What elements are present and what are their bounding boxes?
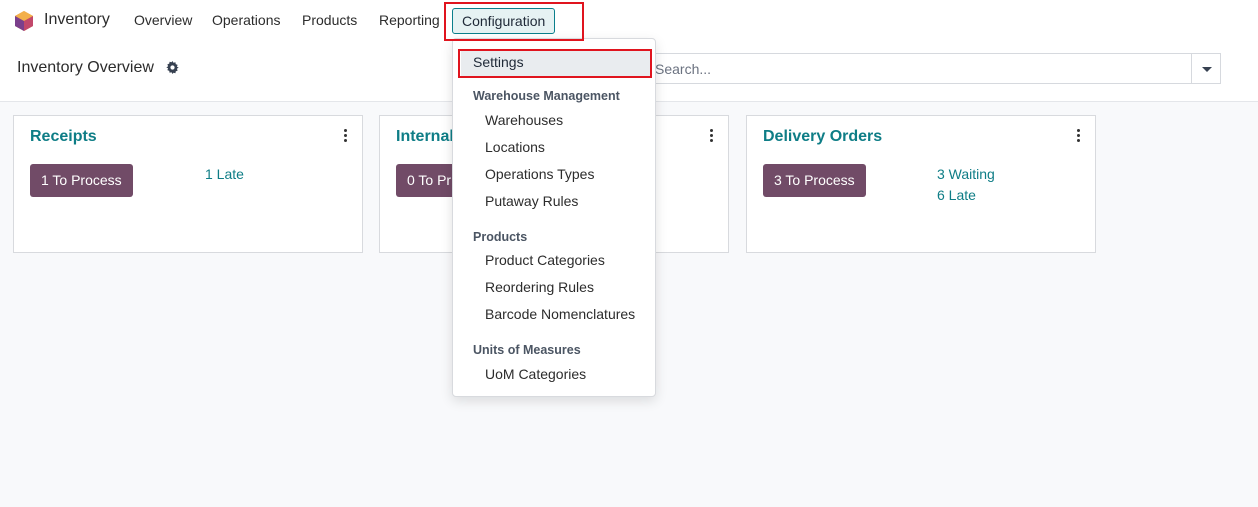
app-name[interactable]: Inventory — [44, 11, 110, 29]
dropdown-item-uom-categories[interactable]: UoM Categories — [485, 366, 586, 382]
settings-label: Settings — [473, 54, 524, 70]
top-navbar: Inventory Overview Operations Products R… — [0, 0, 1258, 42]
to-process-button[interactable]: 1 To Process — [30, 164, 133, 197]
kebab-menu-icon[interactable] — [710, 129, 714, 143]
waiting-link[interactable]: 3 Waiting — [937, 166, 995, 182]
dropdown-item-operations-types[interactable]: Operations Types — [485, 166, 594, 182]
caret-down-icon — [1202, 67, 1212, 72]
section-header-warehouse: Warehouse Management — [473, 89, 620, 103]
card-title[interactable]: Internal — [396, 128, 454, 146]
dropdown-item-warehouses[interactable]: Warehouses — [485, 112, 563, 128]
menu-products[interactable]: Products — [302, 12, 357, 28]
dropdown-item-putaway-rules[interactable]: Putaway Rules — [485, 193, 578, 209]
gear-icon[interactable] — [166, 61, 179, 74]
late-link[interactable]: 1 Late — [205, 166, 244, 182]
dropdown-item-barcode-nomenclatures[interactable]: Barcode Nomenclatures — [485, 306, 635, 322]
search-input[interactable]: Search... — [640, 53, 1192, 84]
to-process-button[interactable]: 3 To Process — [763, 164, 866, 197]
kebab-menu-icon[interactable] — [344, 129, 348, 143]
kebab-menu-icon[interactable] — [1077, 129, 1081, 143]
inventory-app-icon[interactable] — [14, 10, 34, 32]
section-header-units: Units of Measures — [473, 343, 581, 357]
dropdown-item-product-categories[interactable]: Product Categories — [485, 252, 605, 268]
menu-operations[interactable]: Operations — [212, 12, 280, 28]
card-title[interactable]: Receipts — [30, 128, 97, 146]
dropdown-item-reordering-rules[interactable]: Reordering Rules — [485, 279, 594, 295]
configuration-dropdown: Settings Warehouse Management Warehouses… — [452, 38, 656, 397]
menu-reporting[interactable]: Reporting — [379, 12, 440, 28]
menu-configuration[interactable]: Configuration — [452, 8, 556, 34]
search-placeholder: Search... — [655, 61, 712, 77]
card-receipts: Receipts 1 To Process 1 Late — [13, 115, 363, 253]
card-delivery-orders: Delivery Orders 3 To Process 3 Waiting 6… — [746, 115, 1096, 253]
menu-overview[interactable]: Overview — [134, 12, 192, 28]
card-title[interactable]: Delivery Orders — [763, 128, 882, 146]
section-header-products: Products — [473, 230, 528, 244]
dropdown-item-locations[interactable]: Locations — [485, 139, 545, 155]
page-title: Inventory Overview — [17, 59, 154, 76]
late-link[interactable]: 6 Late — [937, 187, 976, 203]
dropdown-item-settings[interactable]: Settings — [461, 51, 651, 77]
search-options-toggle[interactable] — [1191, 53, 1221, 84]
